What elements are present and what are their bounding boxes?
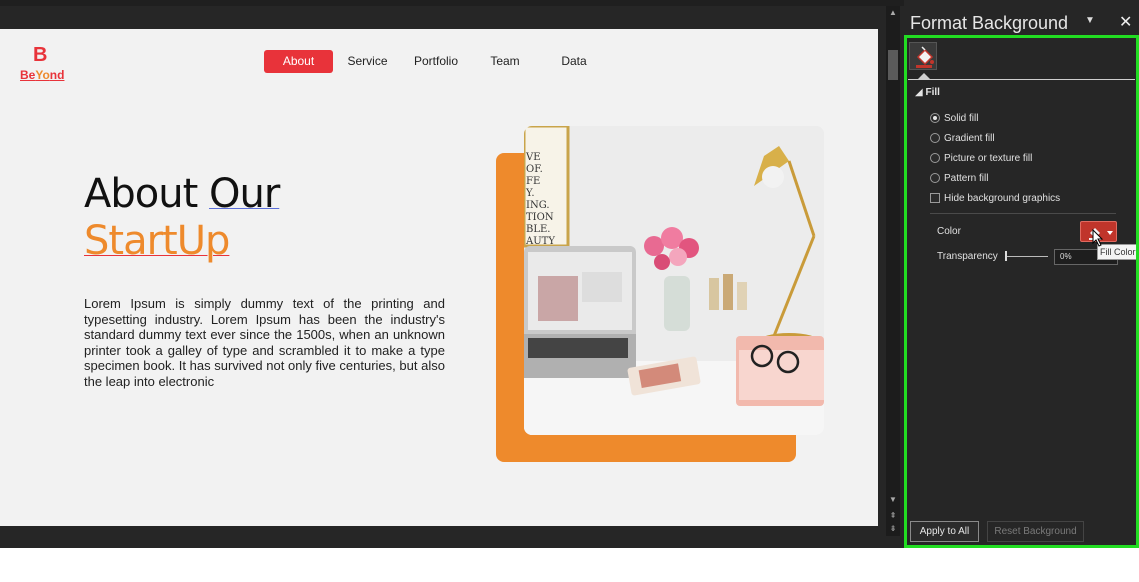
color-label: Color (937, 226, 961, 237)
svg-text:OF.: OF. (526, 164, 543, 175)
logo-mark: B (33, 44, 48, 66)
status-strip (0, 526, 886, 548)
hide-graphics-option[interactable]: Hide background graphics (930, 191, 1060, 205)
svg-text:BLE.: BLE. (526, 224, 550, 235)
transparency-label: Transparency (937, 251, 998, 262)
solid-fill-option[interactable]: Solid fill (930, 111, 978, 125)
nav-portfolio[interactable]: Portfolio (408, 50, 464, 73)
pattern-fill-label: Pattern fill (944, 172, 989, 184)
vertical-scrollbar[interactable] (886, 6, 900, 536)
solid-fill-radio[interactable] (930, 113, 940, 123)
fill-tab[interactable] (909, 42, 937, 70)
logo-text: BeYond (20, 68, 65, 82)
svg-text:Y.: Y. (525, 188, 535, 199)
picture-fill-label: Picture or texture fill (944, 152, 1033, 164)
pattern-fill-option[interactable]: Pattern fill (930, 171, 988, 185)
picture-fill-radio[interactable] (930, 153, 940, 163)
fill-section-header[interactable]: ◢ Fill (915, 87, 940, 98)
apply-to-all-button[interactable]: Apply to All (910, 521, 979, 542)
heading-line-1: About Our (84, 171, 280, 217)
svg-text:AUTY: AUTY (525, 236, 555, 247)
hide-graphics-checkbox[interactable] (930, 193, 940, 203)
paint-bucket-icon (916, 46, 934, 68)
desk-photo: VE OF. FE Y. ING. TION BLE. AUTY (524, 126, 824, 435)
close-icon[interactable]: ✕ (1119, 12, 1132, 32)
svg-text:TION: TION (526, 212, 554, 223)
desk-photo-illustration: VE OF. FE Y. ING. TION BLE. AUTY (524, 126, 824, 435)
heading-line-2: StartUp (84, 218, 230, 264)
transparency-slider-thumb[interactable] (1005, 251, 1007, 261)
nav-about[interactable]: About (264, 50, 333, 73)
nav-data[interactable]: Data (553, 50, 595, 73)
tab-divider (908, 79, 1135, 80)
nav-team[interactable]: Team (482, 50, 528, 73)
gradient-fill-radio[interactable] (930, 133, 940, 143)
transparency-slider[interactable] (1006, 256, 1048, 257)
powerpoint-window: B BeYond About Service Portfolio Team Da… (0, 0, 1139, 548)
ribbon-edge (0, 0, 904, 6)
gradient-fill-option[interactable]: Gradient fill (930, 131, 995, 145)
picture-fill-option[interactable]: Picture or texture fill (930, 151, 1032, 165)
reset-background-button[interactable]: Reset Background (987, 521, 1084, 542)
nav-service[interactable]: Service (340, 50, 395, 73)
scroll-down-icon[interactable]: ▼ (888, 495, 898, 504)
dropdown-caret-icon[interactable]: ▼ (1085, 15, 1095, 26)
body-paragraph: Lorem Ipsum is simply dummy text of the … (84, 296, 445, 389)
svg-text:ING.: ING. (526, 200, 550, 211)
pane-title: Format Background (910, 13, 1069, 33)
solid-fill-label: Solid fill (944, 112, 979, 124)
hide-graphics-label: Hide background graphics (944, 192, 1061, 204)
pattern-fill-radio[interactable] (930, 173, 940, 183)
section-divider (930, 213, 1116, 214)
next-slide-icon[interactable]: ⇟ (888, 524, 898, 533)
scroll-up-icon[interactable]: ▲ (888, 8, 898, 17)
previous-slide-icon[interactable]: ⇞ (888, 511, 898, 520)
slide-canvas[interactable]: B BeYond About Service Portfolio Team Da… (0, 29, 878, 526)
svg-text:VE: VE (525, 152, 541, 163)
svg-text:FE: FE (526, 176, 540, 187)
gradient-fill-label: Gradient fill (944, 132, 995, 144)
scroll-thumb[interactable] (888, 50, 898, 80)
cursor-icon (1092, 229, 1104, 247)
format-background-pane: Format Background ▼ ✕ (904, 0, 1139, 548)
